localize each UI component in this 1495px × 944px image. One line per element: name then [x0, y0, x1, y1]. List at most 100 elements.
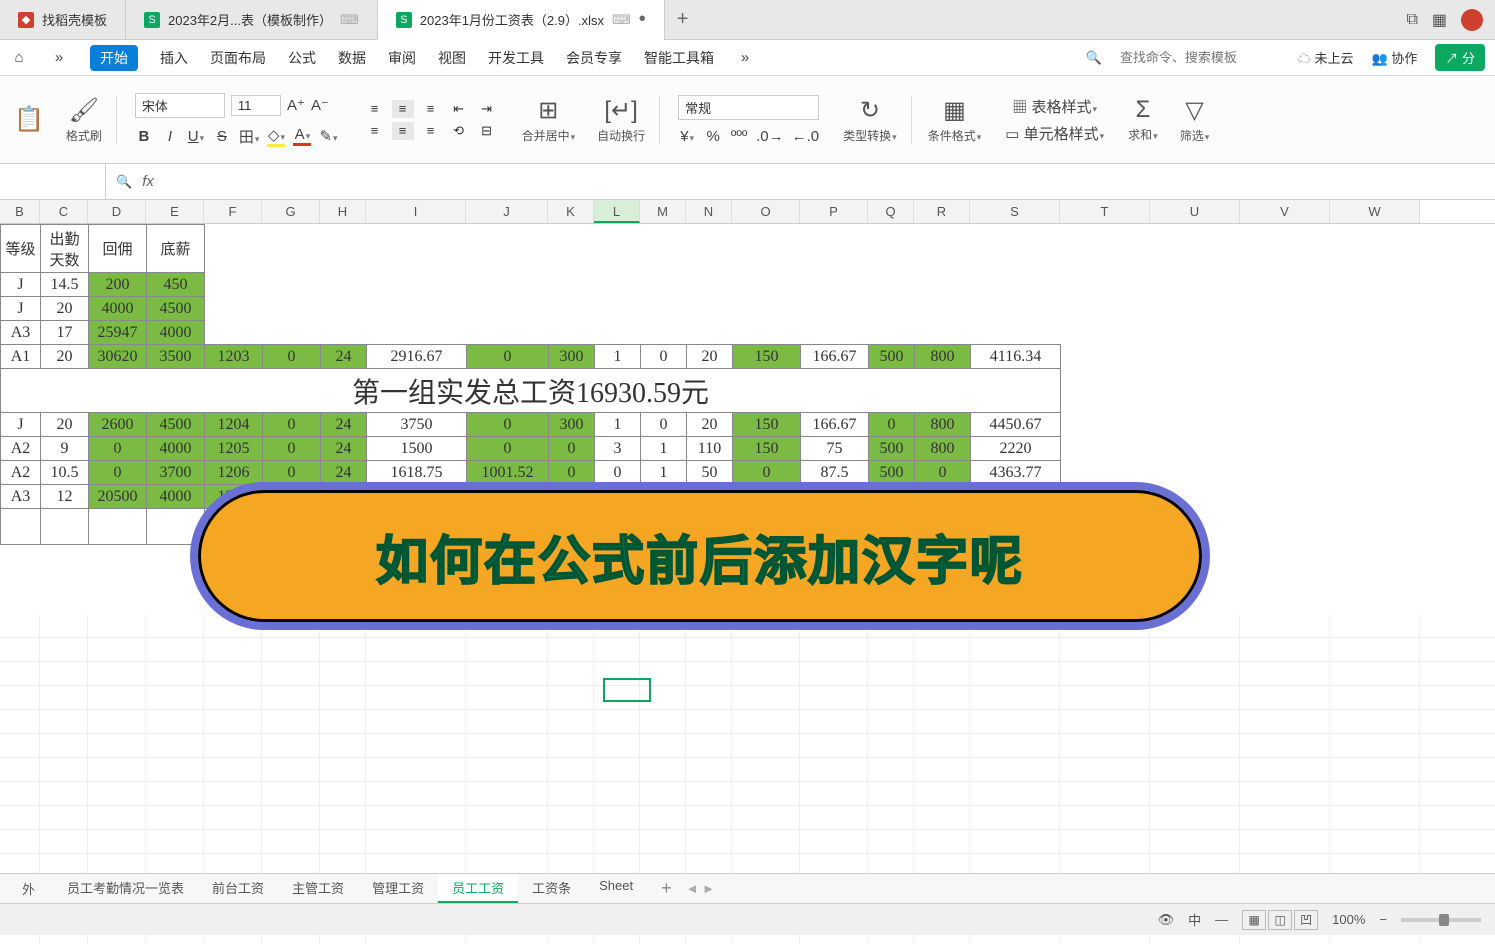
column-header[interactable]: S — [970, 200, 1060, 223]
cell[interactable]: 0 — [869, 413, 915, 437]
cell[interactable]: 0 — [89, 437, 147, 461]
view-normal-icon[interactable]: ▦ — [1242, 910, 1266, 930]
type-convert-button[interactable]: ↻ 类型转换▾ — [837, 96, 912, 144]
align-right-icon[interactable]: ≡ — [420, 122, 442, 140]
cell[interactable]: 0 — [733, 461, 801, 485]
view-break-icon[interactable]: 凹 — [1294, 910, 1318, 930]
apps-icon[interactable]: ▦ — [1432, 10, 1447, 30]
cell[interactable]: 500 — [869, 461, 915, 485]
cell[interactable]: 4000 — [147, 321, 205, 345]
cell[interactable]: 12 — [41, 485, 89, 509]
column-header[interactable]: Q — [868, 200, 914, 223]
menu-view[interactable]: 视图 — [438, 48, 466, 68]
cell[interactable]: 4450.67 — [971, 413, 1061, 437]
cell[interactable]: 300 — [549, 413, 595, 437]
tab-jan-sheet[interactable]: S 2023年1月份工资表（2.9）.xlsx ⌨ • — [378, 0, 665, 40]
column-header[interactable]: M — [640, 200, 686, 223]
name-box[interactable] — [6, 164, 106, 199]
cell[interactable]: 0 — [549, 461, 595, 485]
sheet-tab[interactable]: Sheet — [585, 874, 647, 903]
cell[interactable]: 3700 — [147, 461, 205, 485]
zoom-level[interactable]: 100% — [1332, 912, 1365, 927]
column-header[interactable]: L — [594, 200, 640, 223]
cell[interactable]: 4000 — [147, 485, 205, 509]
cell[interactable]: 4000 — [89, 297, 147, 321]
cell[interactable]: 1206 — [205, 461, 263, 485]
cell[interactable]: 0 — [915, 461, 971, 485]
header-cell[interactable]: 等级 — [1, 225, 41, 273]
number-format-select[interactable]: 常规 — [678, 95, 819, 120]
cell[interactable]: 2600 — [89, 413, 147, 437]
cell[interactable]: 17 — [41, 321, 89, 345]
column-header[interactable]: K — [548, 200, 594, 223]
percent-icon[interactable]: % — [704, 128, 722, 145]
menu-formula[interactable]: 公式 — [288, 48, 316, 68]
column-header[interactable]: P — [800, 200, 868, 223]
cell[interactable]: 0 — [467, 413, 549, 437]
cell[interactable]: 200 — [89, 273, 147, 297]
cell[interactable]: 1203 — [205, 345, 263, 369]
cell[interactable]: 0 — [263, 345, 321, 369]
header-cell[interactable]: 回佣 — [89, 225, 147, 273]
column-header[interactable]: N — [686, 200, 732, 223]
cell[interactable]: J — [1, 297, 41, 321]
column-header[interactable]: G — [262, 200, 320, 223]
align-center-icon[interactable]: ≡ — [392, 122, 414, 140]
command-search-input[interactable] — [1120, 50, 1280, 65]
cell[interactable]: 0 — [89, 461, 147, 485]
spreadsheet-grid[interactable]: 等级出勤 天数回佣底薪J14.5200450J2040004500A317259… — [0, 224, 1495, 944]
dec-decimal-icon[interactable]: ←.0 — [792, 128, 820, 145]
user-avatar[interactable] — [1461, 9, 1483, 31]
column-header[interactable]: I — [366, 200, 466, 223]
cell[interactable]: J — [1, 413, 41, 437]
cell[interactable]: 75 — [801, 437, 869, 461]
font-color-button[interactable]: A▾ — [293, 126, 311, 146]
cell[interactable]: 20 — [41, 345, 89, 369]
menu-ai-toolbox[interactable]: 智能工具箱 — [644, 48, 714, 68]
cell[interactable]: 4500 — [147, 413, 205, 437]
orientation-icon[interactable]: ⟲ — [448, 122, 470, 140]
cell[interactable]: 20 — [687, 413, 733, 437]
cell[interactable]: 110 — [687, 437, 733, 461]
cell[interactable]: 1 — [641, 461, 687, 485]
window-layout-icon[interactable]: ⧉ — [1406, 11, 1417, 29]
merge-center-button[interactable]: ⊞ 合并居中▾ — [516, 96, 582, 144]
cell[interactable]: 24 — [321, 437, 367, 461]
menu-member[interactable]: 会员专享 — [566, 48, 622, 68]
border-button[interactable]: 田▾ — [239, 126, 260, 147]
cell[interactable]: 450 — [147, 273, 205, 297]
indent-inc-icon[interactable]: ⇥ — [476, 100, 498, 118]
cell[interactable]: A3 — [1, 321, 41, 345]
cell[interactable]: 1204 — [205, 413, 263, 437]
cell[interactable]: 4500 — [147, 297, 205, 321]
indent-dec-icon[interactable]: ⇤ — [448, 100, 470, 118]
sheet-scroll-icon[interactable]: ◄ ► — [686, 881, 715, 896]
cell[interactable]: 9 — [41, 437, 89, 461]
format-painter-group[interactable]: 🖌 格式刷 — [60, 96, 117, 144]
cond-format-button[interactable]: ▦ 条件格式▾ — [922, 96, 988, 144]
cell[interactable]: 150 — [733, 345, 801, 369]
column-header[interactable]: D — [88, 200, 146, 223]
menu-more-icon[interactable]: » — [736, 49, 754, 66]
sheet-tab[interactable]: 管理工资 — [358, 874, 438, 903]
tab-feb-sheet[interactable]: S 2023年2月...表（模板制作） ⌨ — [126, 0, 378, 40]
merge-across-icon[interactable]: ⊟ — [476, 122, 498, 140]
column-header[interactable]: F — [204, 200, 262, 223]
column-header[interactable]: W — [1330, 200, 1420, 223]
cell[interactable]: 24 — [321, 413, 367, 437]
zoom-fx-icon[interactable]: 🔍 — [116, 174, 132, 190]
cell[interactable]: A3 — [1, 485, 41, 509]
cell[interactable]: 500 — [869, 345, 915, 369]
cell[interactable]: 1500 — [367, 437, 467, 461]
fx-icon[interactable]: fx — [142, 173, 154, 190]
ime-icon[interactable]: 中 — [1188, 910, 1201, 929]
cell[interactable]: 4116.34 — [971, 345, 1061, 369]
cell[interactable]: 0 — [641, 413, 687, 437]
font-size-select[interactable]: 11 — [231, 95, 281, 116]
column-header[interactable]: T — [1060, 200, 1150, 223]
cell[interactable] — [41, 509, 89, 545]
cell[interactable]: 150 — [733, 413, 801, 437]
cell[interactable]: 24 — [321, 345, 367, 369]
sheet-nav[interactable]: 外 — [8, 875, 49, 902]
cell[interactable]: 14.5 — [41, 273, 89, 297]
